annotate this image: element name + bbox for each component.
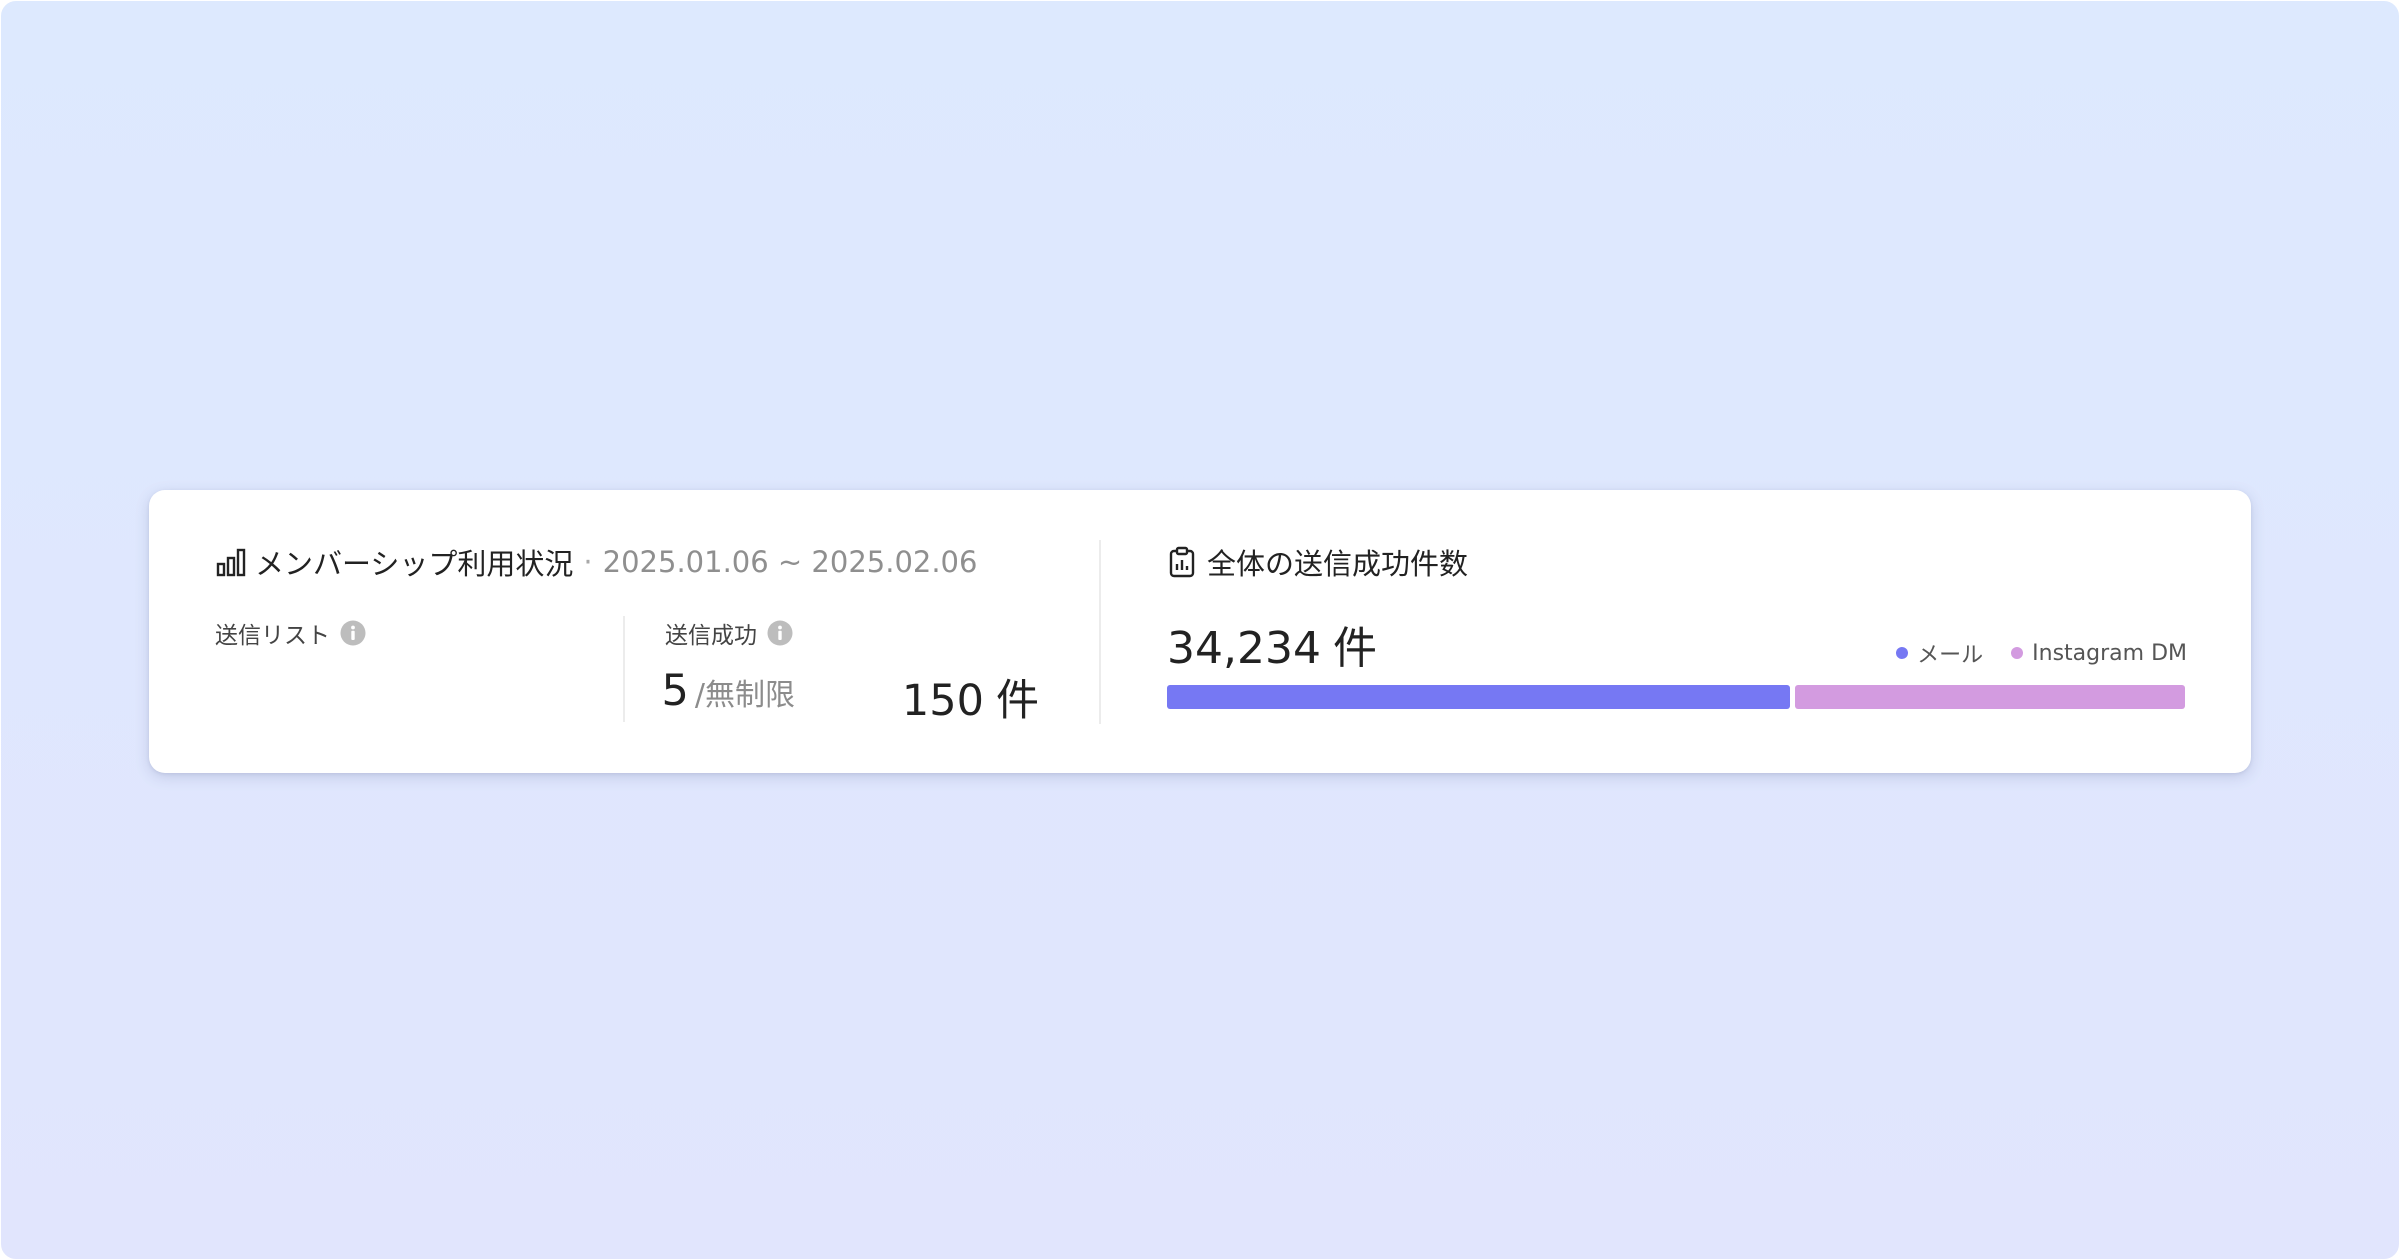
title-separator: · <box>583 545 593 579</box>
bar-segment-mail <box>1167 685 1790 709</box>
channel-share-bar <box>1167 685 2185 709</box>
bar-chart-icon <box>216 548 246 577</box>
send-list-stat: 送信リスト 5 /無制限 <box>215 616 795 724</box>
legend-item-instagram: Instagram DM <box>2011 641 2187 666</box>
legend-label-instagram: Instagram DM <box>2032 640 2187 666</box>
total-success-title: 全体の送信成功件数 <box>1207 547 1469 581</box>
bar-segment-instagram <box>1795 685 2185 709</box>
total-success-section: 全体の送信成功件数 34,234 件 メール Instagram DM <box>1167 540 2187 730</box>
chart-legend: メール Instagram DM <box>1868 637 2187 669</box>
date-range: 2025.01.06 ~ 2025.02.06 <box>602 545 978 579</box>
send-success-label: 送信成功 <box>665 623 757 649</box>
send-success-value: 150 <box>901 676 984 726</box>
send-list-label-row: 送信リスト <box>215 616 366 650</box>
stat-divider <box>623 616 625 722</box>
send-list-label: 送信リスト <box>215 623 330 649</box>
legend-dot-instagram <box>2011 647 2024 659</box>
total-success-value-row: 34,234 件 <box>1167 612 1377 676</box>
membership-usage-card: メンバーシップ利用状況 · 2025.01.06 ~ 2025.02.06 送信… <box>149 490 2251 773</box>
total-success-value: 34,234 <box>1167 623 1321 674</box>
legend-label-mail: メール <box>1917 643 1984 668</box>
send-success-value-row: 150 件 <box>902 666 1039 728</box>
page-background: メンバーシップ利用状況 · 2025.01.06 ~ 2025.02.06 送信… <box>0 0 2400 1260</box>
info-icon[interactable] <box>767 620 793 646</box>
membership-header: メンバーシップ利用状況 · 2025.01.06 ~ 2025.02.06 <box>215 540 977 584</box>
section-divider <box>1099 540 1101 724</box>
send-success-stat: 送信成功 150 件 <box>665 616 1039 726</box>
total-success-unit: 件 <box>1332 623 1377 674</box>
legend-dot-mail <box>1896 647 1909 659</box>
legend-item-mail: メール <box>1896 637 1983 669</box>
total-success-header: 全体の送信成功件数 <box>1167 540 1468 584</box>
send-success-unit: 件 <box>996 676 1039 726</box>
info-icon[interactable] <box>340 620 366 646</box>
send-success-label-row: 送信成功 <box>665 616 793 650</box>
membership-title: メンバーシップ利用状況 <box>255 547 574 581</box>
clipboard-chart-icon <box>1169 546 1195 578</box>
